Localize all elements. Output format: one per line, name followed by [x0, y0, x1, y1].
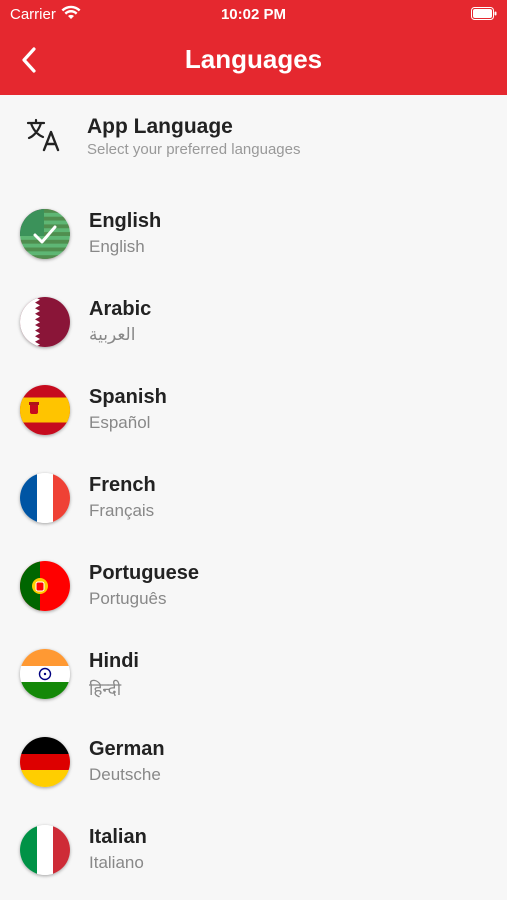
- language-item-italian[interactable]: Italian Italiano: [0, 805, 507, 893]
- qatar-flag-icon: [20, 297, 70, 347]
- language-name: Hindi: [89, 650, 139, 672]
- italy-flag-icon: [20, 825, 70, 875]
- language-item-french[interactable]: French Français: [0, 453, 507, 541]
- language-native-name: Español: [89, 413, 151, 432]
- language-name: French: [89, 474, 156, 496]
- language-native-name: हिन्दी: [89, 680, 122, 699]
- app-language-subtitle: Select your preferred languages: [87, 141, 301, 158]
- india-flag-icon: [20, 649, 70, 699]
- language-item-portuguese[interactable]: Portuguese Português: [0, 541, 507, 629]
- language-item-german[interactable]: German Deutsche: [0, 717, 507, 805]
- language-native-name: Português: [89, 589, 167, 608]
- language-native-name: Français: [89, 501, 155, 520]
- language-name: Italian: [89, 826, 147, 848]
- language-native-name: Deutsche: [89, 765, 161, 784]
- portugal-flag-icon: [20, 561, 70, 611]
- language-item-english[interactable]: English English: [0, 189, 507, 277]
- france-flag-icon: [20, 473, 70, 523]
- language-name: Arabic: [89, 298, 152, 320]
- language-native-name: Italiano: [89, 853, 144, 872]
- app-language-section: App Language Select your preferred langu…: [0, 95, 507, 175]
- language-item-hindi[interactable]: Hindi हिन्दी: [0, 629, 507, 717]
- germany-flag-icon: [20, 737, 70, 787]
- us-flag-selected-icon: [20, 209, 70, 259]
- language-list: English English Arabic العربية Spanish E…: [0, 189, 507, 893]
- language-item-arabic[interactable]: Arabic العربية: [0, 277, 507, 365]
- app-language-title: App Language: [87, 115, 233, 138]
- language-name: English: [89, 210, 162, 232]
- language-native-name: English: [89, 237, 145, 256]
- language-native-name: العربية: [89, 325, 136, 344]
- spain-flag-icon: [20, 385, 70, 435]
- battery-icon: [471, 7, 497, 20]
- app-header: Carrier 10:02 PM Languages: [0, 0, 507, 95]
- language-name: Spanish: [89, 386, 167, 408]
- page-title: Languages: [184, 44, 323, 74]
- status-bar: Carrier 10:02 PM: [0, 0, 507, 30]
- language-name: Portuguese: [89, 562, 200, 584]
- language-item-spanish[interactable]: Spanish Español: [0, 365, 507, 453]
- status-time: 10:02 PM: [220, 6, 287, 23]
- translate-icon: [26, 118, 60, 152]
- language-name: German: [89, 738, 165, 760]
